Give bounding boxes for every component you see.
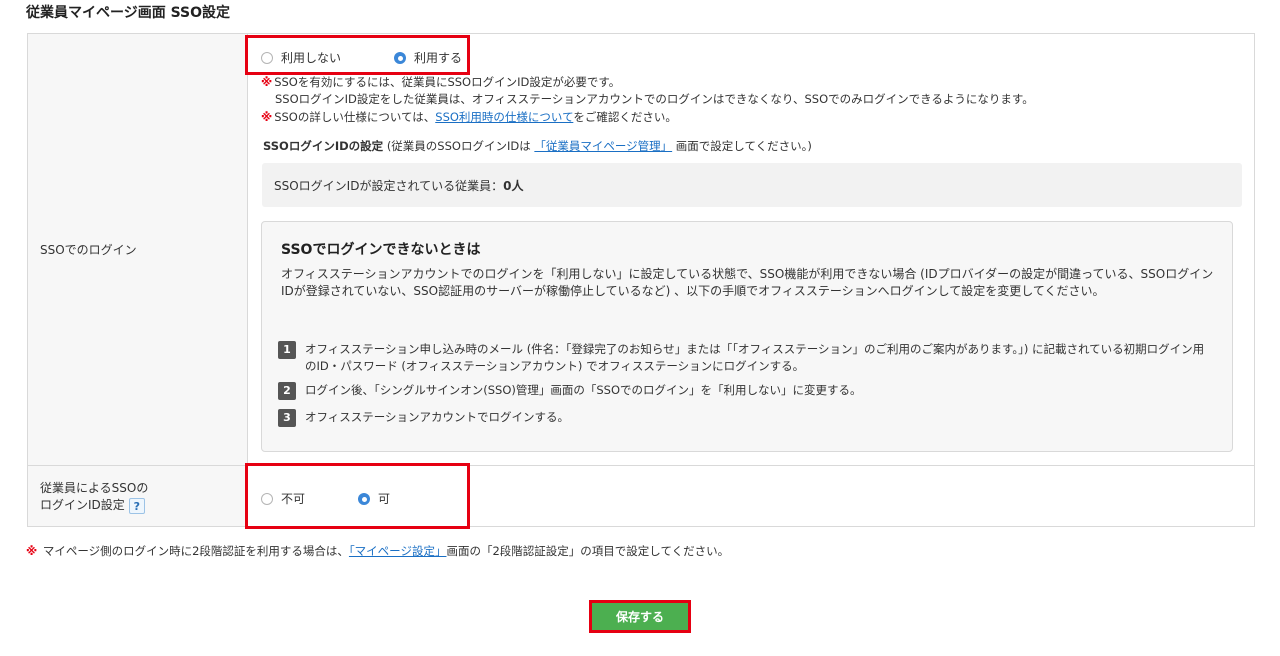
footnote-suffix: 画面の「2段階認証設定」の項目で設定してください。 [446, 544, 730, 558]
employee-sso-id-row: 従業員によるSSOの ログインID設定? 不可 可 [28, 466, 1254, 526]
employee-sso-id-label-line2-wrap: ログインID設定? [40, 497, 148, 514]
step-3: 3 オフィスステーションアカウントでログインする。 [278, 409, 1208, 427]
sso-id-setting-note-prefix: (従業員のSSOログインIDは [386, 139, 531, 153]
sso-login-label: SSOでのログイン [40, 243, 137, 257]
sso-settings-table: SSOでのログイン 利用しない 利用する ※ SSOを有効にするには、従業員にSS… [27, 33, 1255, 527]
sso-requirement-note: ※ SSOを有効にするには、従業員にSSOログインID設定が必要です。 [261, 74, 620, 91]
sso-id-setting-note-suffix: 画面で設定してください。) [675, 139, 812, 153]
note-mark: ※ [26, 544, 38, 558]
highlight-employee-setting-radios [245, 463, 470, 529]
save-button-highlight: 保存する [589, 600, 691, 633]
employee-sso-id-label-line1: 従業員によるSSOの [40, 481, 149, 495]
employee-sso-id-label-cell: 従業員によるSSOの ログインID設定? [28, 466, 248, 526]
step-text: ログイン後、「シングルサインオン(SSO)管理」画面の「SSOでのログイン」を「… [305, 383, 862, 397]
sso-login-failure-info: SSOでログインできないときは オフィスステーションアカウントでのログインを「利… [261, 221, 1233, 452]
note-mark: ※ [261, 110, 273, 124]
mypage-settings-link[interactable]: 「マイページ設定」 [349, 544, 447, 558]
employee-sso-id-label-line2: ログインID設定 [40, 498, 125, 512]
step-text: オフィスステーション申し込み時のメール (件名：「登録完了のお知らせ」または「「… [305, 342, 1205, 373]
two-factor-footnote: ※ マイページ側のログイン時に2段階認証を利用する場合は、「マイページ設定」画面… [26, 543, 729, 559]
sso-id-count-box: SSOログインIDが設定されている従業員：0人 [262, 163, 1242, 207]
step-number-badge: 2 [278, 382, 296, 400]
page-title: 従業員マイページ画面 SSO設定 [26, 5, 231, 21]
sso-id-count: SSOログインIDが設定されている従業員：0人 [274, 177, 523, 194]
step-1: 1 オフィスステーション申し込み時のメール (件名：「登録完了のお知らせ」または… [278, 341, 1208, 375]
sso-requirement-note-line2: SSOログインID設定をした従業員は、オフィスステーションアカウントでのログイン… [275, 92, 1034, 106]
sso-spec-link[interactable]: SSO利用時の仕様について [435, 110, 573, 124]
step-number-badge: 3 [278, 409, 296, 427]
sso-id-count-value: 0人 [503, 179, 524, 193]
sso-id-setting-heading: SSOログインIDの設定 (従業員のSSOログインIDは 「従業員マイページ管理… [263, 138, 812, 154]
sso-id-count-label: SSOログインIDが設定されている従業員： [274, 179, 504, 193]
step-text: オフィスステーションアカウントでログインする。 [305, 410, 570, 424]
info-title: SSOでログインできないときは [281, 242, 481, 258]
info-description: オフィスステーションアカウントでのログインを「利用しない」に設定している状態で、… [281, 267, 1214, 298]
sso-id-setting-title: SSOログインIDの設定 [263, 139, 384, 153]
highlight-sso-login-radios [245, 35, 470, 75]
employee-mypage-admin-link[interactable]: 「従業員マイページ管理」 [534, 139, 672, 153]
footnote-prefix: マイページ側のログイン時に2段階認証を利用する場合は、 [42, 544, 349, 558]
help-icon[interactable]: ? [128, 497, 145, 514]
employee-sso-id-label: 従業員によるSSOの ログインID設定? [40, 480, 148, 514]
step-2: 2 ログイン後、「シングルサインオン(SSO)管理」画面の「SSOでのログイン」… [278, 382, 1208, 400]
sso-spec-note: ※ SSOの詳しい仕様については、SSO利用時の仕様についてをご確認ください。 [261, 109, 677, 126]
sso-requirement-note-line1: SSOを有効にするには、従業員にSSOログインID設定が必要です。 [274, 75, 621, 89]
sso-login-label-cell: SSOでのログイン [28, 34, 248, 465]
save-button[interactable]: 保存する [592, 603, 688, 630]
note-mark: ※ [261, 75, 273, 89]
step-number-badge: 1 [278, 341, 296, 359]
sso-login-row: SSOでのログイン 利用しない 利用する ※ SSOを有効にするには、従業員にSS… [28, 34, 1254, 466]
sso-spec-note-suffix: をご確認ください。 [573, 110, 677, 124]
sso-spec-note-prefix: SSOの詳しい仕様については、 [274, 110, 436, 124]
